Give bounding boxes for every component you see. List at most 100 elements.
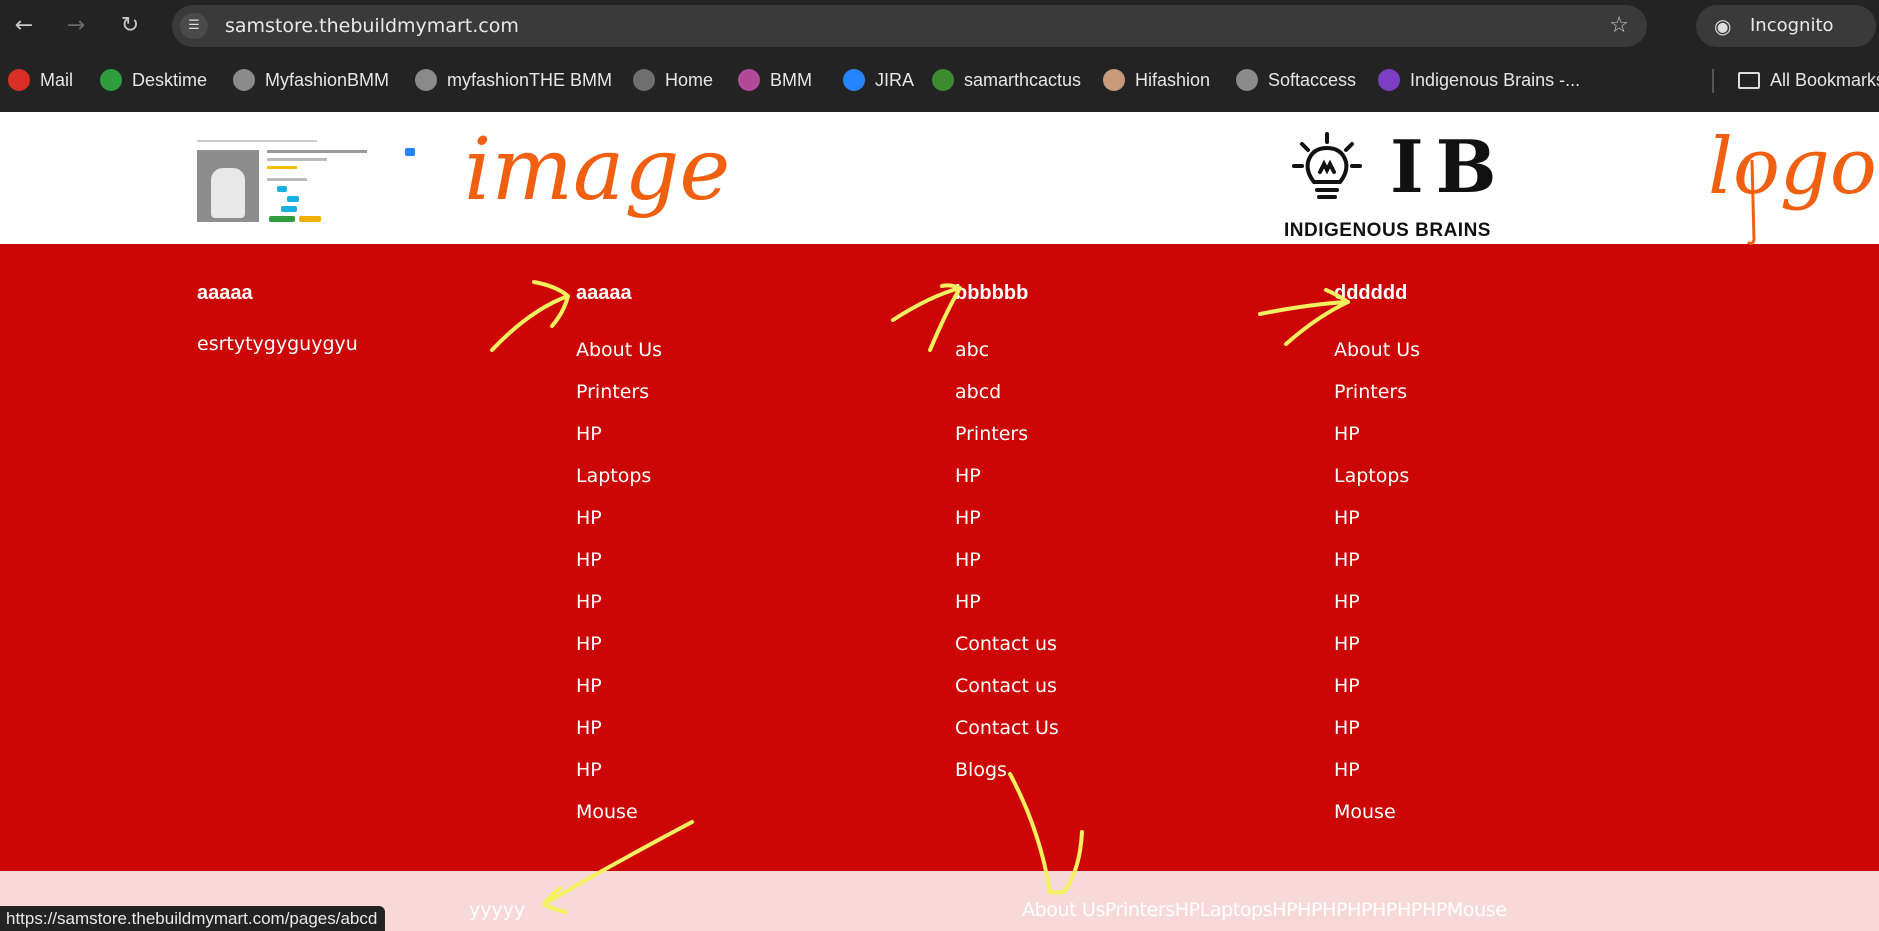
all-bookmarks-label: All Bookmarks bbox=[1770, 70, 1879, 90]
footer-link[interactable]: HP bbox=[576, 591, 662, 633]
bookmark-item[interactable]: Home bbox=[633, 52, 713, 108]
footer-link[interactable]: HP bbox=[1334, 549, 1420, 591]
footer-link[interactable]: Laptops bbox=[576, 465, 662, 507]
footer-link[interactable]: About Us bbox=[576, 339, 662, 381]
bookmark-label: samarthcactus bbox=[964, 70, 1082, 90]
footer-link[interactable]: HP bbox=[955, 549, 1059, 591]
bookmark-item[interactable]: BMM bbox=[738, 52, 812, 108]
footer-column-title: dddddd bbox=[1334, 282, 1408, 304]
header-image[interactable] bbox=[197, 140, 415, 222]
browser-toolbar: ← → ↻ ☰ samstore.thebuildmymart.com ☆ ◉ … bbox=[0, 0, 1879, 52]
footer-link[interactable]: Blogs bbox=[955, 759, 1059, 801]
bookmark-item[interactable]: Desktime bbox=[100, 52, 207, 108]
footer-link[interactable]: HP bbox=[576, 759, 662, 801]
footer-link[interactable]: HP bbox=[1334, 423, 1420, 465]
desktime-icon bbox=[100, 69, 122, 91]
bookmark-label: Mail bbox=[40, 70, 74, 90]
footer-link[interactable]: HP bbox=[955, 465, 1059, 507]
folder-icon bbox=[1738, 72, 1760, 89]
product-photo bbox=[197, 150, 259, 222]
arrow-right-icon[interactable]: → bbox=[60, 10, 92, 42]
footer-link[interactable]: Laptops bbox=[1334, 465, 1420, 507]
bookmark-item[interactable]: Mail bbox=[8, 52, 73, 108]
annotation-image-label: image bbox=[464, 120, 731, 220]
footer-link[interactable]: Contact us bbox=[955, 675, 1059, 717]
footer-link[interactable]: abcd bbox=[955, 381, 1059, 423]
bottom-link[interactable]: HP bbox=[1422, 899, 1447, 921]
footer-link[interactable]: Printers bbox=[1334, 381, 1420, 423]
bookmark-label: Home bbox=[665, 70, 714, 90]
star-icon[interactable]: ☆ bbox=[1609, 5, 1629, 47]
footer-link[interactable]: abc bbox=[955, 339, 1059, 381]
footer-link[interactable]: Mouse bbox=[1334, 801, 1420, 843]
footer-link[interactable]: Printers bbox=[955, 423, 1059, 465]
bmm-icon bbox=[738, 69, 760, 91]
bottom-link[interactable]: HP bbox=[1272, 899, 1297, 921]
bookmarks-bar: Mail Desktime MyfashionBMM myfashionTHE BMM… bbox=[0, 52, 1879, 112]
footer-link[interactable]: HP bbox=[576, 717, 662, 759]
site-logo[interactable]: IB INDIGENOUS BRAINS bbox=[1278, 124, 1658, 241]
footer-column-title: aaaaa bbox=[197, 282, 253, 304]
bookmark-item[interactable]: myfashionTHE BMM bbox=[415, 52, 612, 108]
bookmark-item[interactable]: Hifashion bbox=[1103, 52, 1210, 108]
bottom-link[interactable]: HP bbox=[1347, 899, 1372, 921]
site-header: image IB INDIGENOUS BRAINS logo bbox=[0, 112, 1879, 244]
incognito-indicator[interactable]: ◉ Incognito bbox=[1696, 5, 1876, 47]
footer-link[interactable]: HP bbox=[576, 633, 662, 675]
footer-link[interactable]: HP bbox=[1334, 591, 1420, 633]
lightbulb-icon bbox=[1292, 132, 1362, 199]
footer-link[interactable]: Mouse bbox=[576, 801, 662, 843]
footer-link[interactable]: HP bbox=[1334, 507, 1420, 549]
bookmark-label: myfashionTHE BMM bbox=[447, 70, 613, 90]
footer-link[interactable]: Contact Us bbox=[955, 717, 1059, 759]
bottom-link[interactable]: HP bbox=[1397, 899, 1422, 921]
footer-link[interactable]: HP bbox=[1334, 675, 1420, 717]
logo-tagline: INDIGENOUS BRAINS bbox=[1284, 220, 1491, 241]
bottom-link[interactable]: HP bbox=[1297, 899, 1322, 921]
bookmark-item[interactable]: Softaccess bbox=[1236, 52, 1356, 108]
jira-icon bbox=[843, 69, 865, 91]
annotation-logo-label: logo bbox=[1708, 122, 1877, 212]
bottom-link[interactable]: HP bbox=[1175, 899, 1200, 921]
indigenous-brains-icon bbox=[1378, 69, 1400, 91]
globe-icon bbox=[415, 69, 437, 91]
all-bookmarks-button[interactable]: All Bookmarks bbox=[1738, 52, 1879, 108]
footer-link[interactable]: HP bbox=[576, 423, 662, 465]
footer-link[interactable]: HP bbox=[576, 507, 662, 549]
bookmark-item[interactable]: MyfashionBMM bbox=[233, 52, 389, 108]
footer-link[interactable]: HP bbox=[955, 591, 1059, 633]
footer-link-list: About Us Printers HP Laptops HP HP HP HP HP HP HP M… bbox=[1334, 339, 1420, 843]
gmail-icon bbox=[8, 69, 30, 91]
globe-icon bbox=[233, 69, 255, 91]
incognito-icon: ◉ bbox=[1714, 14, 1732, 38]
footer-link[interactable]: HP bbox=[576, 549, 662, 591]
bookmark-label: JIRA bbox=[875, 70, 915, 90]
address-bar[interactable]: ☰ samstore.thebuildmymart.com ☆ bbox=[172, 5, 1647, 47]
bookmark-item[interactable]: Indigenous Brains -... bbox=[1378, 52, 1580, 108]
bookmark-item[interactable]: samarthcactus bbox=[932, 52, 1081, 108]
bookmark-item[interactable]: JIRA bbox=[843, 52, 914, 108]
footer-link[interactable]: HP bbox=[576, 675, 662, 717]
cactus-icon bbox=[932, 69, 954, 91]
bottom-link[interactable]: Printers bbox=[1105, 899, 1175, 921]
footer-link[interactable]: Printers bbox=[576, 381, 662, 423]
bottom-link[interactable]: HP bbox=[1322, 899, 1347, 921]
bookmark-label: Desktime bbox=[132, 70, 208, 90]
footer-link[interactable]: Contact us bbox=[955, 633, 1059, 675]
tune-icon[interactable]: ☰ bbox=[180, 13, 208, 39]
bottom-link[interactable]: Mouse bbox=[1447, 899, 1507, 921]
footer-link[interactable]: HP bbox=[1334, 759, 1420, 801]
bookmark-label: BMM bbox=[770, 70, 812, 90]
footer-link[interactable]: About Us bbox=[1334, 339, 1420, 381]
bottom-link[interactable]: HP bbox=[1372, 899, 1397, 921]
bottom-link[interactable]: About Us bbox=[1022, 899, 1105, 921]
bottom-link[interactable]: Laptops bbox=[1200, 899, 1273, 921]
incognito-label: Incognito bbox=[1750, 15, 1834, 36]
footer-link[interactable]: HP bbox=[1334, 717, 1420, 759]
arrow-left-icon[interactable]: ← bbox=[8, 10, 40, 42]
reload-icon[interactable]: ↻ bbox=[114, 10, 146, 42]
footer-link[interactable]: HP bbox=[955, 507, 1059, 549]
footer-link[interactable]: HP bbox=[1334, 633, 1420, 675]
url-text[interactable]: samstore.thebuildmymart.com bbox=[225, 5, 519, 47]
globe-icon bbox=[1236, 69, 1258, 91]
